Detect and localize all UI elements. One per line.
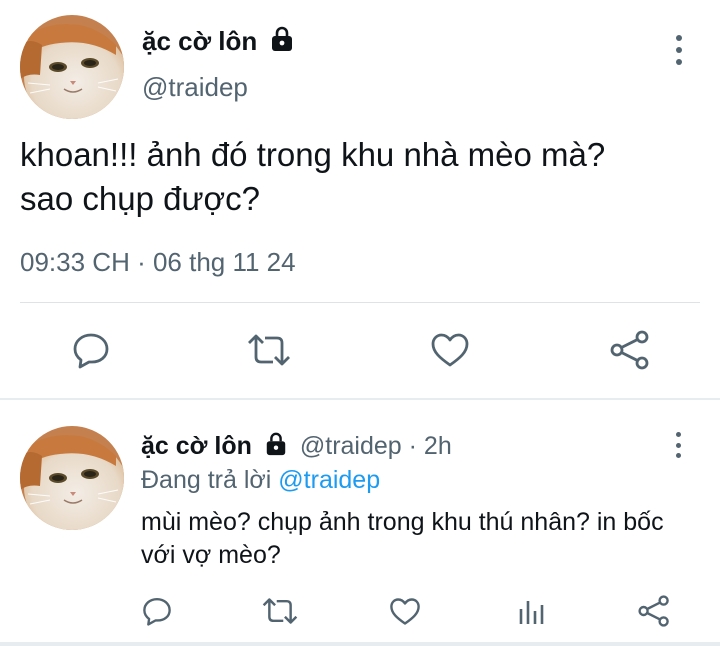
- lock-icon: [269, 26, 295, 57]
- analytics-icon: [519, 601, 544, 624]
- replying-to: Đang trả lời @traidep: [141, 466, 380, 495]
- more-vertical-icon[interactable]: [669, 35, 689, 65]
- reply-button[interactable]: [69, 330, 113, 370]
- reply-icon: [73, 333, 109, 369]
- share-button[interactable]: [608, 330, 652, 370]
- cat-avatar-icon: [20, 15, 124, 119]
- handle[interactable]: @traidep: [142, 72, 248, 103]
- display-name[interactable]: ặc cờ lôn: [142, 26, 257, 57]
- reply-text: mùi mèo? chụp ảnh trong khu thú nhân? in…: [141, 508, 664, 569]
- like-icon: [431, 333, 469, 367]
- reply-tweet[interactable]: ặc cờ lôn @traidep · 2h Đang trả lời @tr…: [0, 400, 720, 646]
- retweet-button[interactable]: [247, 330, 291, 370]
- reply-icon: [143, 597, 171, 626]
- bottom-divider: [0, 642, 720, 646]
- divider: [20, 302, 700, 303]
- analytics-button[interactable]: [513, 594, 549, 628]
- lock-icon: [264, 432, 288, 461]
- avatar[interactable]: [20, 426, 124, 530]
- share-icon: [638, 595, 669, 627]
- avatar[interactable]: [20, 15, 124, 119]
- replying-mention-link[interactable]: @traidep: [278, 466, 380, 494]
- handle-and-time[interactable]: @traidep · 2h: [300, 432, 452, 461]
- retweet-icon: [262, 598, 298, 624]
- main-tweet: ặc cờ lôn @traidep khoan!!! ảnh đó trong…: [0, 0, 720, 398]
- replying-label: Đang trả lời: [141, 466, 272, 494]
- author-row: ặc cờ lôn: [142, 26, 295, 57]
- retweet-icon: [248, 334, 290, 366]
- tweet-text: khoan!!! ảnh đó trong khu nhà mèo mà? sa…: [20, 133, 710, 221]
- author-row: ặc cờ lôn @traidep · 2h: [141, 432, 452, 461]
- tweet-text-line: khoan!!! ảnh đó trong khu nhà mèo mà?: [20, 136, 606, 173]
- like-icon: [390, 597, 420, 625]
- display-name[interactable]: ặc cờ lôn: [141, 432, 252, 461]
- timestamp[interactable]: 09:33 CH · 06 thg 11 24: [20, 247, 296, 278]
- reply-button[interactable]: [139, 594, 175, 628]
- tweet-text-line: sao chụp được?: [20, 180, 261, 217]
- share-button[interactable]: [636, 594, 672, 628]
- like-button[interactable]: [387, 594, 423, 628]
- more-vertical-icon[interactable]: [668, 432, 688, 458]
- cat-avatar-icon: [20, 426, 124, 530]
- retweet-button[interactable]: [262, 594, 298, 628]
- share-icon: [610, 330, 649, 370]
- like-button[interactable]: [428, 330, 472, 370]
